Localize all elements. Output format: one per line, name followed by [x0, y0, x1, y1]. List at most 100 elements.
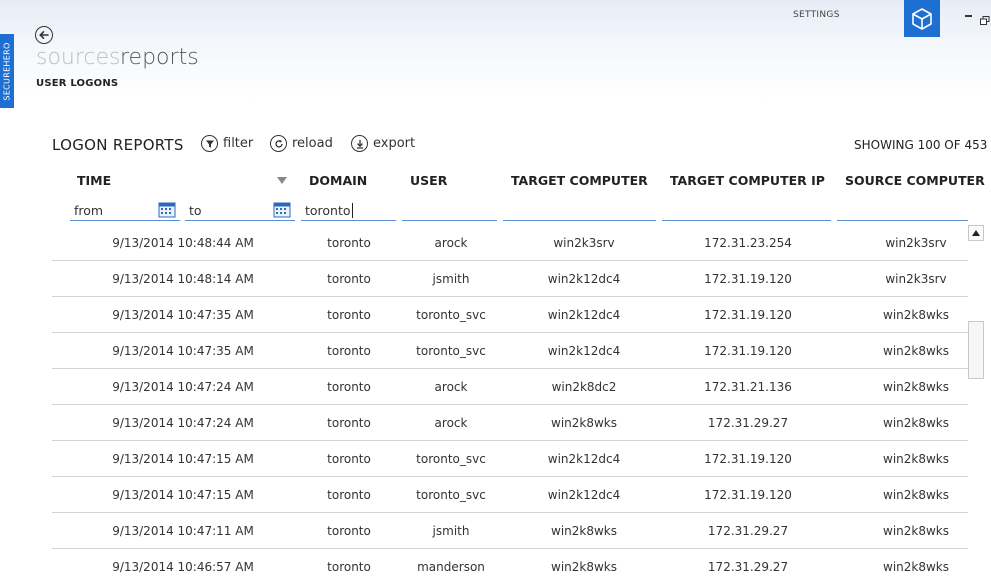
- column-header-source-computer[interactable]: SOURCE COMPUTER: [845, 173, 985, 188]
- cell-domain: toronto: [327, 380, 371, 394]
- restore-icon: [980, 16, 990, 25]
- filter-button[interactable]: filter: [201, 135, 253, 152]
- cell-time: 9/13/2014 10:47:15 AM: [112, 488, 254, 502]
- table-row[interactable]: 9/13/2014 10:47:24 AM toronto arock win2k8w…: [52, 405, 968, 441]
- cell-source-computer: win2k8wks: [883, 488, 949, 502]
- cell-target-computer: win2k12dc4: [547, 308, 621, 322]
- column-header-user[interactable]: USER: [410, 173, 447, 188]
- cell-time: 9/13/2014 10:47:24 AM: [112, 380, 254, 394]
- cell-target-ip: 172.31.29.27: [707, 524, 789, 538]
- calendar-icon[interactable]: [273, 201, 291, 218]
- cell-source-computer: win2k8wks: [883, 416, 949, 430]
- cell-time: 9/13/2014 10:47:35 AM: [112, 344, 254, 358]
- cell-target-computer: win2k3srv: [553, 236, 615, 250]
- cell-domain: toronto: [327, 308, 371, 322]
- cell-domain: toronto: [327, 524, 371, 538]
- funnel-icon: [201, 135, 218, 152]
- reload-button[interactable]: reload: [270, 135, 333, 152]
- caret-up-icon: [972, 230, 980, 236]
- cell-target-ip: 172.31.19.120: [704, 272, 792, 286]
- cell-target-ip: 172.31.23.254: [704, 236, 792, 250]
- cell-user: arock: [434, 380, 468, 394]
- column-header-domain[interactable]: DOMAIN: [309, 173, 367, 188]
- from-date-field[interactable]: from: [70, 199, 180, 221]
- minimize-button[interactable]: [965, 9, 973, 19]
- table-row[interactable]: 9/13/2014 10:47:15 AM toronto toronto_svc w…: [52, 477, 968, 513]
- cell-target-computer: win2k8wks: [551, 560, 617, 574]
- table-row[interactable]: 9/13/2014 10:47:15 AM toronto toronto_svc w…: [52, 441, 968, 477]
- domain-filter-input[interactable]: toronto: [301, 199, 396, 221]
- target-ip-filter-input[interactable]: [662, 199, 831, 221]
- side-tab-securehero[interactable]: SECUREHERO: [0, 34, 14, 108]
- filter-label: filter: [223, 136, 254, 151]
- cell-user: toronto_svc: [416, 308, 486, 322]
- page-subtitle: USER LOGONS: [36, 78, 119, 89]
- cell-domain: toronto: [327, 560, 371, 574]
- cell-target-computer: win2k12dc4: [547, 344, 621, 358]
- source-computer-filter-input[interactable]: [837, 199, 968, 221]
- user-filter-input[interactable]: [402, 199, 497, 221]
- cell-user: manderson: [417, 560, 485, 574]
- cell-user: arock: [434, 236, 468, 250]
- cell-domain: toronto: [327, 488, 371, 502]
- nav-sources[interactable]: sources: [36, 45, 121, 70]
- cell-source-computer: win2k8wks: [883, 560, 949, 574]
- cell-time: 9/13/2014 10:47:11 AM: [112, 524, 254, 538]
- table-row[interactable]: 9/13/2014 10:47:24 AM toronto arock win2k8d…: [52, 369, 968, 405]
- table-row[interactable]: 9/13/2014 10:46:57 AM toronto manderson win…: [52, 549, 968, 584]
- cell-time: 9/13/2014 10:46:57 AM: [112, 560, 254, 574]
- table-row[interactable]: 9/13/2014 10:47:35 AM toronto toronto_svc w…: [52, 333, 968, 369]
- cell-target-ip: 172.31.19.120: [704, 308, 792, 322]
- scrollbar-thumb[interactable]: [968, 321, 984, 379]
- cell-time: 9/13/2014 10:48:14 AM: [112, 272, 254, 286]
- export-label: export: [373, 136, 416, 151]
- download-icon: [351, 135, 368, 152]
- cell-domain: toronto: [327, 236, 371, 250]
- cell-source-computer: win2k8wks: [883, 308, 949, 322]
- cell-target-computer: win2k8dc2: [551, 380, 617, 394]
- table-row[interactable]: 9/13/2014 10:48:14 AM toronto jsmith win2k1…: [52, 261, 968, 297]
- back-button[interactable]: [35, 26, 53, 44]
- cell-domain: toronto: [327, 452, 371, 466]
- cell-target-ip: 172.31.29.27: [707, 416, 789, 430]
- column-header-time[interactable]: TIME: [77, 173, 111, 188]
- cell-domain: toronto: [327, 416, 371, 430]
- from-date-value: from: [74, 203, 104, 218]
- cell-target-computer: win2k8wks: [551, 524, 617, 538]
- cell-target-ip: 172.31.19.120: [704, 488, 792, 502]
- cell-target-ip: 172.31.21.136: [704, 380, 792, 394]
- target-computer-filter-input[interactable]: [503, 199, 656, 221]
- table-row[interactable]: 9/13/2014 10:47:11 AM toronto jsmith win2k8…: [52, 513, 968, 549]
- reload-label: reload: [292, 136, 333, 151]
- cell-user: toronto_svc: [416, 452, 486, 466]
- side-tab-label: SECUREHERO: [2, 41, 12, 101]
- scroll-up-button[interactable]: [968, 225, 984, 241]
- cell-time: 9/13/2014 10:47:24 AM: [112, 416, 254, 430]
- cell-user: toronto_svc: [416, 344, 486, 358]
- cell-source-computer: win2k8wks: [883, 524, 949, 538]
- export-button[interactable]: export: [351, 135, 415, 152]
- column-header-target-computer[interactable]: TARGET COMPUTER: [511, 173, 648, 188]
- cell-target-computer: win2k12dc4: [547, 272, 621, 286]
- settings-link[interactable]: SETTINGS: [793, 10, 840, 20]
- column-header-target-ip[interactable]: TARGET COMPUTER IP: [670, 173, 825, 188]
- table-row[interactable]: 9/13/2014 10:47:35 AM toronto toronto_svc w…: [52, 297, 968, 333]
- arrow-left-icon: [39, 31, 49, 39]
- cell-target-computer: win2k12dc4: [547, 488, 621, 502]
- cell-user: arock: [434, 416, 468, 430]
- to-date-value: to: [189, 203, 202, 218]
- cell-source-computer: win2k8wks: [883, 380, 949, 394]
- result-count: SHOWING 100 OF 453: [854, 138, 988, 152]
- app-logo: [904, 0, 940, 37]
- nav-reports[interactable]: reports: [120, 45, 199, 70]
- sort-desc-icon[interactable]: [277, 177, 287, 184]
- table-row[interactable]: 9/13/2014 10:48:44 AM toronto arock win2k3s…: [52, 225, 968, 261]
- cell-target-ip: 172.31.19.120: [704, 452, 792, 466]
- restore-button[interactable]: [980, 10, 990, 25]
- cell-target-ip: 172.31.29.27: [707, 560, 789, 574]
- domain-filter-value: toronto: [305, 203, 353, 218]
- to-date-field[interactable]: to: [185, 199, 295, 221]
- calendar-icon[interactable]: [158, 201, 176, 218]
- cell-domain: toronto: [327, 344, 371, 358]
- cell-source-computer: win2k3srv: [885, 236, 947, 250]
